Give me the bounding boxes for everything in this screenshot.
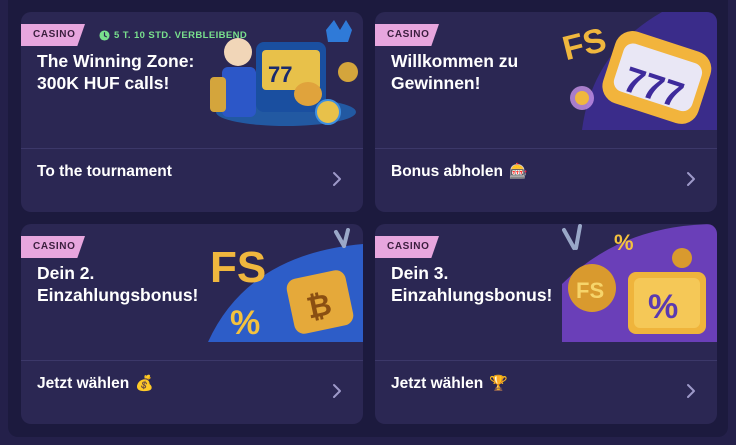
card-action-label: To the tournament: [37, 163, 172, 180]
fs-777-slot-illustration: 777 FS: [562, 12, 717, 130]
card-action[interactable]: To the tournament: [37, 162, 172, 182]
card-action[interactable]: Jetzt wählen 🏆: [391, 374, 508, 394]
svg-text:%: %: [614, 230, 634, 255]
fs-percent-bitcoin-illustration: FS ₿ %: [208, 228, 363, 342]
card-divider: [375, 360, 717, 361]
card-action[interactable]: Bonus abholen 🎰: [391, 162, 528, 182]
promo-card-winning-zone[interactable]: 77 CASINO 5 T. 10 STD. VERBLEIBEND The W…: [21, 12, 363, 212]
card-divider: [21, 360, 363, 361]
slot-machine-icon: 🎰: [508, 163, 528, 180]
card-divider: [21, 148, 363, 149]
time-remaining: 5 T. 10 STD. VERBLEIBEND: [99, 28, 247, 42]
money-bag-icon: 💰: [135, 375, 154, 392]
card-action-label: Jetzt wählen: [391, 375, 484, 392]
card-action-label: Bonus abholen: [391, 163, 503, 180]
category-tag: CASINO: [21, 236, 85, 258]
card-title: The Winning Zone: 300K HUF calls!: [37, 51, 195, 93]
chevron-right-icon[interactable]: [331, 383, 343, 399]
promo-card-second-deposit[interactable]: FS ₿ % CASINO Dein 2. Einzahlungsbonus! …: [21, 224, 363, 424]
category-tag: CASINO: [375, 24, 439, 46]
fs-percent-safe-illustration: FS % %: [562, 224, 717, 342]
category-tag: CASINO: [375, 236, 439, 258]
svg-text:%: %: [648, 288, 678, 326]
card-title: Willkommen zu Gewinnen!: [391, 51, 519, 93]
promo-panel: 77 CASINO 5 T. 10 STD. VERBLEIBEND The W…: [8, 0, 728, 437]
card-action[interactable]: Jetzt wählen 💰: [37, 374, 154, 394]
svg-text:77: 77: [268, 62, 292, 87]
chevron-right-icon[interactable]: [331, 171, 343, 187]
trophy-icon: 🏆: [489, 375, 508, 392]
svg-text:%: %: [230, 304, 260, 342]
card-action-label: Jetzt wählen: [37, 375, 130, 392]
chevron-right-icon[interactable]: [685, 171, 697, 187]
clock-icon: [99, 29, 110, 41]
card-divider: [375, 148, 717, 149]
card-title: Dein 2. Einzahlungsbonus!: [37, 263, 199, 305]
category-tag: CASINO: [21, 24, 85, 46]
card-title: Dein 3. Einzahlungsbonus!: [391, 263, 553, 305]
time-remaining-text: 5 T. 10 STD. VERBLEIBEND: [114, 29, 248, 41]
promo-card-welcome[interactable]: 777 FS CASINO Willkommen zu Gewinnen! Bo…: [375, 12, 717, 212]
chevron-right-icon[interactable]: [685, 383, 697, 399]
promo-card-third-deposit[interactable]: FS % % CASINO Dein 3. Einzahlungsbonus! …: [375, 224, 717, 424]
